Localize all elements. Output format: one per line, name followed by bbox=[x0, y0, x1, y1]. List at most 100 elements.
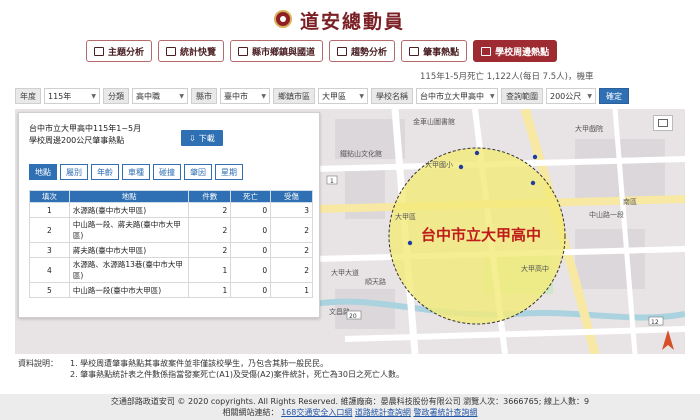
nav-accident-hotspots[interactable]: 肇事熱點 bbox=[401, 40, 468, 62]
site-footer: 交通部路政道安司 © 2020 copyrights. All Rights R… bbox=[0, 394, 700, 420]
map-label: 大甲戲院 bbox=[575, 124, 603, 133]
death-cell: 0 bbox=[230, 202, 272, 218]
tab-collision[interactable]: 碰撞 bbox=[153, 164, 181, 180]
footer-copyright: 交通部路政道安司 © 2020 copyrights. All Rights R… bbox=[110, 397, 590, 406]
nav-topic-analysis[interactable]: 主題分析 bbox=[86, 40, 153, 62]
filter-bar: 年度 115年 ▼ 分類 高中職 ▼ 縣市 臺中市 ▼ 鄉鎮市區 大甲區 ▼ 學校名稱 … bbox=[15, 87, 685, 105]
rank-cell: 2 bbox=[29, 217, 70, 243]
note-item: 2. 肇事熱點統計表之件數係指當發案死亡(A1)及受傷(A2)案件統計，死亡為3… bbox=[70, 370, 404, 379]
count-cell: 2 bbox=[188, 242, 232, 258]
range-select[interactable]: 200公尺 ▼ bbox=[546, 88, 596, 104]
city-label: 縣市 bbox=[191, 88, 217, 104]
road-number: 1 bbox=[330, 178, 334, 185]
chevron-down-icon: ▼ bbox=[91, 92, 96, 100]
footer-links: 相關網站連結： 168交通安全入口網 道路統計查詢網 警政署統計查詢網 bbox=[0, 407, 700, 418]
map-icon bbox=[238, 46, 249, 56]
range-value: 200公尺 bbox=[550, 91, 582, 101]
link-168-safety[interactable]: 168交通安全入口網 bbox=[281, 408, 352, 417]
year-value: 115年 bbox=[48, 91, 72, 101]
site-logo[interactable] bbox=[274, 10, 292, 28]
category-select[interactable]: 高中職 ▼ bbox=[132, 88, 188, 104]
tab-vehicle[interactable]: 車種 bbox=[122, 164, 150, 180]
school-icon bbox=[481, 46, 492, 56]
nav-trend-analysis[interactable]: 趨勢分析 bbox=[329, 40, 396, 62]
death-cell: 0 bbox=[230, 282, 272, 298]
school-label: 學校名稱 bbox=[371, 88, 413, 104]
injury-cell: 1 bbox=[270, 282, 313, 298]
injury-cell: 2 bbox=[270, 217, 313, 243]
confirm-button[interactable]: 確定 bbox=[599, 88, 629, 104]
table-row: 5 中山路一段(臺中市大甲區) 1 0 1 bbox=[29, 282, 313, 298]
nav-city-district[interactable]: 縣市鄉鎮與國道 bbox=[230, 40, 324, 62]
nav-label: 肇事熱點 bbox=[423, 47, 460, 58]
school-value: 台中市立大甲高中 bbox=[420, 91, 484, 101]
count-cell: 2 bbox=[188, 217, 232, 243]
nav-label: 學校周邊熱點 bbox=[495, 47, 550, 58]
site-title[interactable]: 道安總動員 bbox=[300, 7, 405, 34]
map-label: 大甲國小 bbox=[425, 160, 453, 169]
link-police-stats[interactable]: 警政署統計查詢網 bbox=[413, 408, 477, 417]
nav-school-hotspots[interactable]: 學校周邊熱點 bbox=[473, 40, 558, 62]
main-nav: 主題分析 統計快覽 縣市鄉鎮與國道 趨勢分析 肇事熱點 學校周邊熱點 bbox=[86, 40, 558, 62]
table-header-row: 填次 地點 件數 死亡 受傷 bbox=[29, 190, 313, 203]
notes-items: 1. 學校周遭肇事熱點其事故案件並非僅該校學生，乃包含其肺一般民民。 2. 肇事… bbox=[70, 358, 670, 380]
table-row: 4 水源路、水源路13巷(臺中市大甲區) 1 0 2 bbox=[29, 257, 313, 283]
category-label: 分類 bbox=[103, 88, 129, 104]
district-label: 鄉鎮市區 bbox=[273, 88, 315, 104]
district-select[interactable]: 大甲區 ▼ bbox=[318, 88, 368, 104]
death-cell: 0 bbox=[230, 242, 272, 258]
chart-icon bbox=[94, 46, 104, 56]
injury-cell: 2 bbox=[270, 257, 313, 283]
image-icon bbox=[658, 119, 668, 127]
location-cell: 蔣夫路(臺中市大甲區) bbox=[68, 242, 190, 258]
note-item: 1. 學校周遭肇事熱點其事故案件並非僅該校學生，乃包含其肺一般民民。 bbox=[70, 359, 329, 368]
tab-category[interactable]: 屬別 bbox=[60, 164, 88, 180]
compass-icon bbox=[662, 330, 674, 350]
tab-location[interactable]: 地點 bbox=[29, 164, 57, 180]
news-ticker: 115年1-5月死亡 1,122人(每日 7.5人)，機車 bbox=[420, 72, 594, 82]
nav-label: 主題分析 bbox=[108, 47, 145, 58]
notes-label: 資料說明： bbox=[18, 359, 58, 368]
download-button[interactable]: ⇩ 下載 bbox=[181, 130, 223, 146]
links-label: 相關網站連結： bbox=[222, 408, 279, 417]
panel-title-line2: 學校周邊200公尺肇事熱點 bbox=[29, 136, 125, 145]
pin-icon bbox=[409, 46, 420, 56]
count-cell: 2 bbox=[188, 202, 232, 218]
panel-title: 台中市立大甲高中115年1~5月 學校周邊200公尺肇事熱點 bbox=[29, 123, 169, 147]
table-row: 2 中山路一段、蔣夫路(臺中市大甲區) 2 0 2 bbox=[29, 217, 313, 243]
map-label: 中山路一段 bbox=[589, 210, 624, 219]
nav-stats-overview[interactable]: 統計快覽 bbox=[158, 40, 225, 62]
category-value: 高中職 bbox=[136, 91, 160, 101]
district-value: 大甲區 bbox=[322, 91, 346, 101]
death-cell: 0 bbox=[230, 257, 272, 283]
location-cell: 水源路、水源路13巷(臺中市大甲區) bbox=[68, 257, 190, 283]
injury-cell: 3 bbox=[270, 202, 313, 218]
road-number: 20 bbox=[349, 313, 357, 320]
city-select[interactable]: 臺中市 ▼ bbox=[220, 88, 270, 104]
site-header: 道安總動員 bbox=[0, 6, 700, 34]
map-label: 大甲大道 bbox=[331, 268, 359, 277]
table-row: 1 水源路(臺中市大甲區) 2 0 3 bbox=[29, 202, 313, 218]
tab-weekday[interactable]: 星期 bbox=[215, 164, 243, 180]
hotspot-panel: 台中市立大甲高中115年1~5月 學校周邊200公尺肇事熱點 ⇩ 下載 地點 屬… bbox=[18, 112, 320, 318]
location-cell: 中山路一段、蔣夫路(臺中市大甲區) bbox=[68, 217, 190, 243]
column-header: 受傷 bbox=[270, 190, 313, 203]
tab-age[interactable]: 年齡 bbox=[91, 164, 119, 180]
link-road-stats[interactable]: 道路統計查詢網 bbox=[355, 408, 411, 417]
school-select[interactable]: 台中市立大甲高中 ▼ bbox=[416, 88, 498, 104]
rank-cell: 3 bbox=[29, 242, 70, 258]
column-header: 地點 bbox=[68, 190, 190, 203]
column-header: 填次 bbox=[29, 190, 70, 203]
chevron-down-icon: ▼ bbox=[490, 92, 495, 100]
chevron-down-icon: ▼ bbox=[587, 92, 592, 100]
rank-cell: 4 bbox=[29, 257, 70, 283]
tab-cause[interactable]: 肇因 bbox=[184, 164, 212, 180]
range-label: 查詢範圍 bbox=[501, 88, 543, 104]
panel-title-line1: 台中市立大甲高中115年1~5月 bbox=[29, 124, 142, 133]
year-select[interactable]: 115年 ▼ bbox=[44, 88, 100, 104]
map-layer-button[interactable] bbox=[653, 115, 673, 131]
column-header: 死亡 bbox=[230, 190, 272, 203]
trend-icon bbox=[337, 46, 348, 56]
location-cell: 中山路一段(臺中市大甲區) bbox=[68, 282, 190, 298]
hotspot-table: 填次 地點 件數 死亡 受傷 1 水源路(臺中市大甲區) 2 0 3 2 中山路… bbox=[29, 190, 313, 298]
